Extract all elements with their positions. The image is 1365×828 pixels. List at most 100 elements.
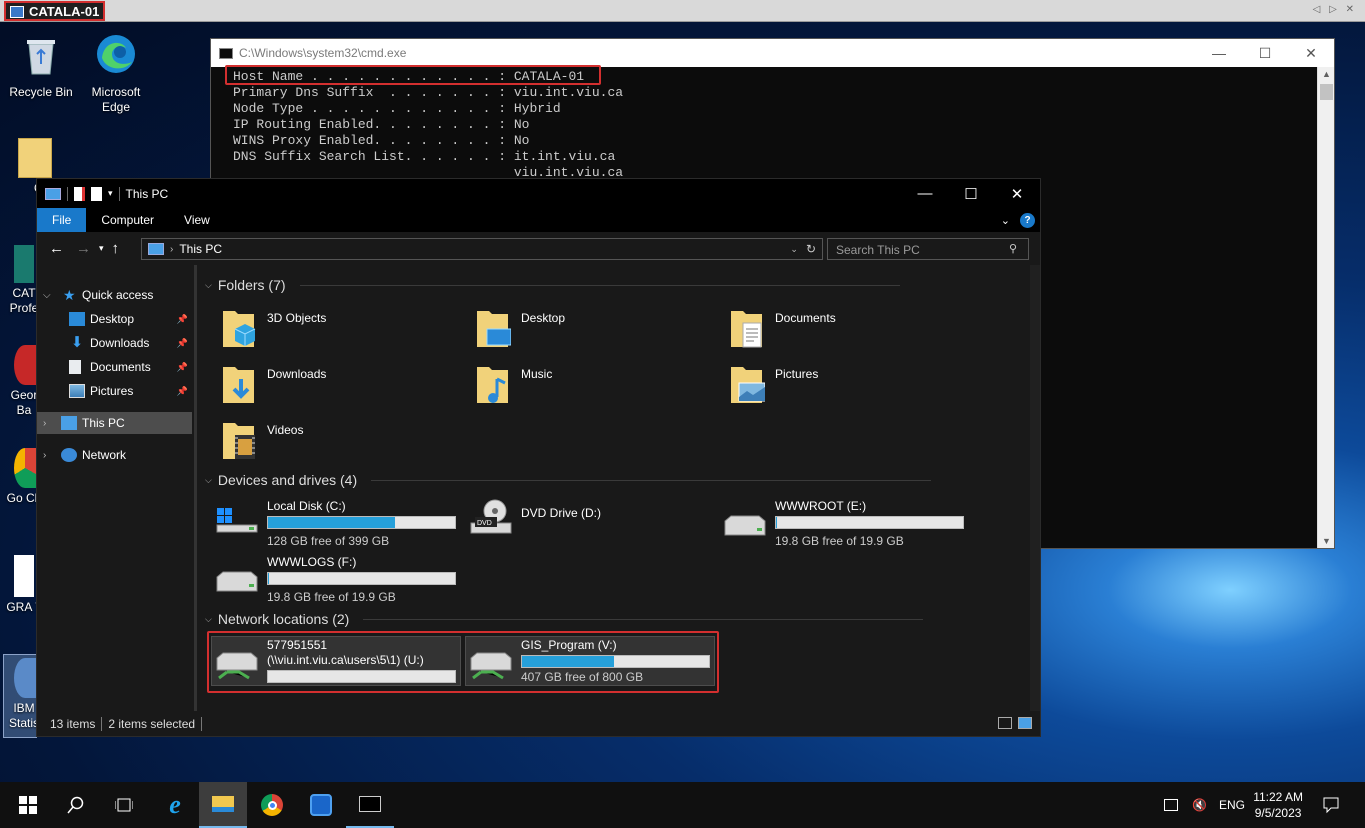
refresh-icon[interactable]: ↻ [806,242,816,256]
taskbar-cmd[interactable] [346,782,394,828]
taskbar-chrome[interactable] [248,782,296,828]
search-icon[interactable]: ⚲ [1009,242,1017,255]
collapse-chevron-icon[interactable]: ⌵ [205,280,212,291]
pin-icon[interactable]: 📌 [177,362,188,373]
address-bar[interactable]: › This PC ⌄ ↻ [141,238,823,260]
nav-label: Downloads [90,336,150,350]
star-icon: ★ [63,286,76,303]
nav-this-pc[interactable]: › This PC [37,412,192,434]
notifications-button[interactable] [1307,782,1355,828]
nav-quick-access[interactable]: ⌵ ★ Quick access [37,284,192,306]
drive-d[interactable]: DVD DVD Drive (D:) [465,499,715,554]
folder-downloads[interactable]: Downloads [221,363,471,413]
nav-item-pictures[interactable]: Pictures 📌 [37,380,192,402]
downloads-icon: ⬇ [70,334,84,351]
new-folder-icon[interactable] [91,186,102,201]
file-explorer-icon [212,796,234,812]
rdp-title[interactable]: CATALA-01 [4,1,106,21]
tab-computer[interactable]: Computer [86,208,169,232]
maximize-button[interactable]: ☐ [948,185,994,203]
maximize-button[interactable]: ☐ [1242,45,1288,62]
scroll-down-icon[interactable]: ▼ [1318,536,1335,546]
pin-icon[interactable]: 📌 [177,386,188,397]
forward-button[interactable]: → [76,240,91,257]
collapse-chevron-icon[interactable]: ⌵ [43,290,51,301]
clock[interactable]: 11:22 AM 9/5/2023 [1253,789,1303,821]
rdp-controls[interactable]: ◁ ▷ ✕ [1313,4,1357,15]
up-button[interactable]: ↑ [112,240,120,257]
scroll-thumb[interactable] [1320,84,1333,100]
minimize-button[interactable]: — [902,185,948,203]
folder-videos[interactable]: Videos [221,419,471,469]
tab-file[interactable]: File [37,208,87,232]
drive-label: Local Disk (C:) [267,499,346,513]
details-view-icon[interactable] [998,717,1012,729]
pin-icon[interactable]: 📌 [177,338,188,349]
drive-free-space: 19.8 GB free of 19.9 GB [775,534,904,548]
folder-desktop[interactable]: Desktop [475,307,725,357]
nav-item-downloads[interactable]: ⬇ Downloads 📌 [37,332,192,354]
collapse-chevron-icon[interactable]: ⌵ [205,614,212,625]
expand-chevron-icon[interactable]: › [43,450,46,461]
desktop-icon-cat[interactable]: CAT Profe [0,245,38,316]
network-status-icon[interactable] [1164,799,1178,811]
cmd-titlebar[interactable]: C:\Windows\system32\cmd.exe — ☐ ✕ [211,39,1334,67]
address-dropdown-icon[interactable]: ⌄ [790,244,798,255]
taskbar-app[interactable] [297,782,345,828]
back-button[interactable]: ← [49,240,64,257]
tab-view[interactable]: View [169,208,225,232]
group-header-devices[interactable]: ⌵ Devices and drives (4) [205,472,932,488]
properties-icon[interactable] [74,186,85,201]
drive-e[interactable]: WWWROOT (E:) 19.8 GB free of 19.9 GB [719,499,969,554]
cmd-scrollbar[interactable]: ▲ ▼ [1317,67,1334,548]
chrome-icon [261,794,283,816]
group-header-network[interactable]: ⌵ Network locations (2) [205,611,924,627]
customize-qat-icon[interactable]: ▾ [108,188,113,199]
desktop-icon-recycle-bin[interactable]: Recycle Bin [2,30,80,100]
folder-documents[interactable]: Documents [729,307,979,357]
search-button[interactable] [52,782,100,828]
minimize-button[interactable]: — [1196,45,1242,62]
folder-music[interactable]: Music [475,363,725,413]
group-header-folders[interactable]: ⌵ Folders (7) [205,277,900,293]
scroll-up-icon[interactable]: ▲ [1318,69,1335,79]
cmd-icon [219,47,233,59]
folder-3d-objects[interactable]: 3D Objects [221,307,471,357]
music-folder-icon [477,367,508,403]
drive-f[interactable]: WWWLOGS (F:) 19.8 GB free of 19.9 GB [211,555,461,610]
large-icons-view-icon[interactable] [1018,717,1032,729]
nav-item-desktop[interactable]: Desktop 📌 [37,308,192,330]
expand-chevron-icon[interactable]: › [43,418,46,429]
desktop-icon-gra[interactable]: GRA 7 [0,555,42,615]
chrome-icon [14,448,36,488]
content-scrollbar[interactable] [1030,265,1040,711]
drive-c[interactable]: Local Disk (C:) 128 GB free of 399 GB [211,499,461,554]
collapse-chevron-icon[interactable]: ⌵ [205,475,212,486]
pin-icon[interactable]: 📌 [177,314,188,325]
item-count: 13 items [50,716,96,731]
close-button[interactable]: ✕ [1288,45,1334,62]
nav-network[interactable]: › Network [37,444,192,466]
volume-muted-icon[interactable]: 🔇 [1192,798,1207,812]
close-button[interactable]: ✕ [994,185,1040,203]
search-input[interactable]: Search This PC [827,238,1029,260]
explorer-titlebar[interactable]: ▾ This PC — ☐ ✕ [37,179,1040,208]
recent-locations-icon[interactable]: ▾ [99,243,104,254]
desktop-icon-edge[interactable]: Microsoft Edge [77,30,155,115]
taskbar-file-explorer[interactable] [199,782,247,828]
breadcrumb-chevron-icon[interactable]: › [170,244,173,255]
expand-ribbon-icon[interactable]: ⌄ [1001,214,1010,227]
task-view-button[interactable] [100,782,148,828]
desktop-icon-geor[interactable]: Geor Ba [0,345,38,418]
language-indicator[interactable]: ENG [1219,798,1245,812]
folder-pictures[interactable]: Pictures [729,363,979,413]
breadcrumb-this-pc[interactable]: This PC [179,242,222,256]
start-button[interactable] [4,782,52,828]
taskbar-ie[interactable]: e [151,782,199,828]
nav-item-documents[interactable]: Documents 📌 [37,356,192,378]
desktop-icon-chrome[interactable]: Go Ch [0,448,41,506]
desktop-icon-ibm[interactable]: IBM Statis [0,658,39,731]
help-button[interactable]: ? [1020,212,1035,228]
windows-drive-icon [216,508,258,533]
ribbon: File Computer View ⌄ ? [37,208,1040,232]
